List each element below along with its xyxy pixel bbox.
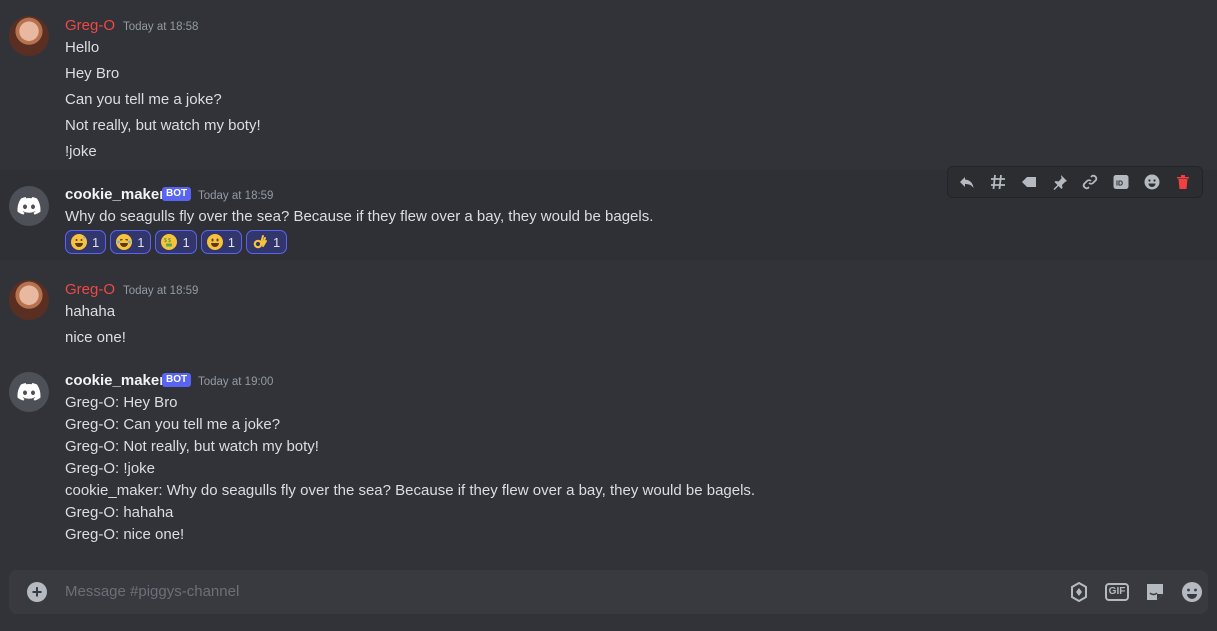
message-actions-toolbar: ID	[947, 166, 1203, 198]
ok-hand-emoji-icon	[252, 234, 268, 250]
message-composer[interactable]: + Message #piggys-channel GIF	[9, 570, 1208, 614]
message-text: Greg-O: nice one!	[65, 526, 185, 543]
message-input[interactable]: Message #piggys-channel	[65, 583, 239, 600]
svg-text:$ $: $ $	[164, 238, 171, 244]
gif-label: GIF	[1104, 583, 1130, 601]
gif-button[interactable]: GIF	[1104, 580, 1130, 604]
id-icon[interactable]: ID	[1109, 170, 1133, 194]
money-mouth-emoji-icon: $ $	[161, 234, 178, 250]
avatar[interactable]	[9, 16, 49, 56]
svg-text:ID: ID	[1116, 181, 1123, 188]
nitro-gift-icon[interactable]	[1067, 580, 1091, 604]
message-text: Greg-O: !joke	[65, 460, 156, 477]
bot-badge: BOT	[162, 187, 192, 201]
message-text: Why do seagulls fly over the sea? Becaus…	[65, 208, 654, 225]
timestamp: Today at 19:00	[198, 376, 274, 388]
message-text: cookie_maker: Why do seagulls fly over t…	[65, 482, 756, 499]
reaction-count: 1	[182, 234, 190, 250]
timestamp: Today at 18:59	[198, 190, 274, 202]
message-text: Can you tell me a joke?	[65, 91, 222, 108]
reaction-joy[interactable]: 1	[110, 230, 152, 254]
message-text: Greg-O: Can you tell me a joke?	[65, 416, 281, 433]
bot-badge: BOT	[162, 373, 192, 387]
delete-icon[interactable]	[1171, 170, 1195, 194]
message-text: Hey Bro	[65, 65, 120, 82]
joy-emoji-icon	[116, 234, 133, 250]
message-text: Greg-O: Not really, but watch my boty!	[65, 438, 319, 455]
author-name[interactable]: Greg-O	[65, 281, 115, 298]
tag-icon[interactable]	[1017, 170, 1041, 194]
author-name[interactable]: cookie_maker	[65, 186, 165, 203]
add-reaction-icon[interactable]	[1140, 170, 1164, 194]
message-text: !joke	[65, 143, 97, 160]
reaction-count: 1	[137, 234, 145, 250]
message-text: hahaha	[65, 303, 116, 320]
link-icon[interactable]	[1078, 170, 1102, 194]
attach-plus-icon[interactable]: +	[27, 582, 47, 602]
message-text: Greg-O: hahaha	[65, 504, 174, 521]
emoji-picker-icon[interactable]	[1180, 580, 1204, 604]
thread-icon[interactable]	[986, 170, 1010, 194]
timestamp: Today at 18:59	[123, 285, 199, 297]
timestamp: Today at 18:58	[123, 21, 199, 33]
message-text: Not really, but watch my boty!	[65, 117, 261, 134]
reaction-ok-hand[interactable]: 1	[245, 230, 288, 254]
reaction-count: 1	[92, 234, 100, 250]
message-text: nice one!	[65, 329, 126, 346]
reactions-row: 1 1 $ $ 1 1 1	[65, 230, 288, 254]
reply-icon[interactable]	[955, 170, 979, 194]
pin-icon[interactable]	[1048, 170, 1072, 194]
avatar[interactable]	[9, 280, 49, 320]
avatar[interactable]	[9, 186, 49, 226]
sticker-icon[interactable]	[1143, 580, 1167, 604]
message-text: Greg-O: Hey Bro	[65, 394, 178, 411]
author-name[interactable]: cookie_maker	[65, 372, 165, 389]
reaction-count: 1	[272, 234, 281, 250]
message-text: Hello	[65, 39, 100, 56]
discord-logo-icon	[17, 383, 41, 401]
discord-logo-icon	[17, 197, 41, 215]
grinning-sweat-emoji-icon	[71, 234, 87, 250]
reaction-count: 1	[227, 234, 235, 250]
reaction-money-mouth[interactable]: $ $ 1	[155, 230, 197, 254]
avatar[interactable]	[9, 372, 49, 412]
reaction-grinning-sweat[interactable]: 1	[65, 230, 107, 254]
reaction-smiley[interactable]: 1	[200, 230, 242, 254]
smiley-emoji-icon	[206, 234, 223, 250]
author-name[interactable]: Greg-O	[65, 17, 115, 34]
